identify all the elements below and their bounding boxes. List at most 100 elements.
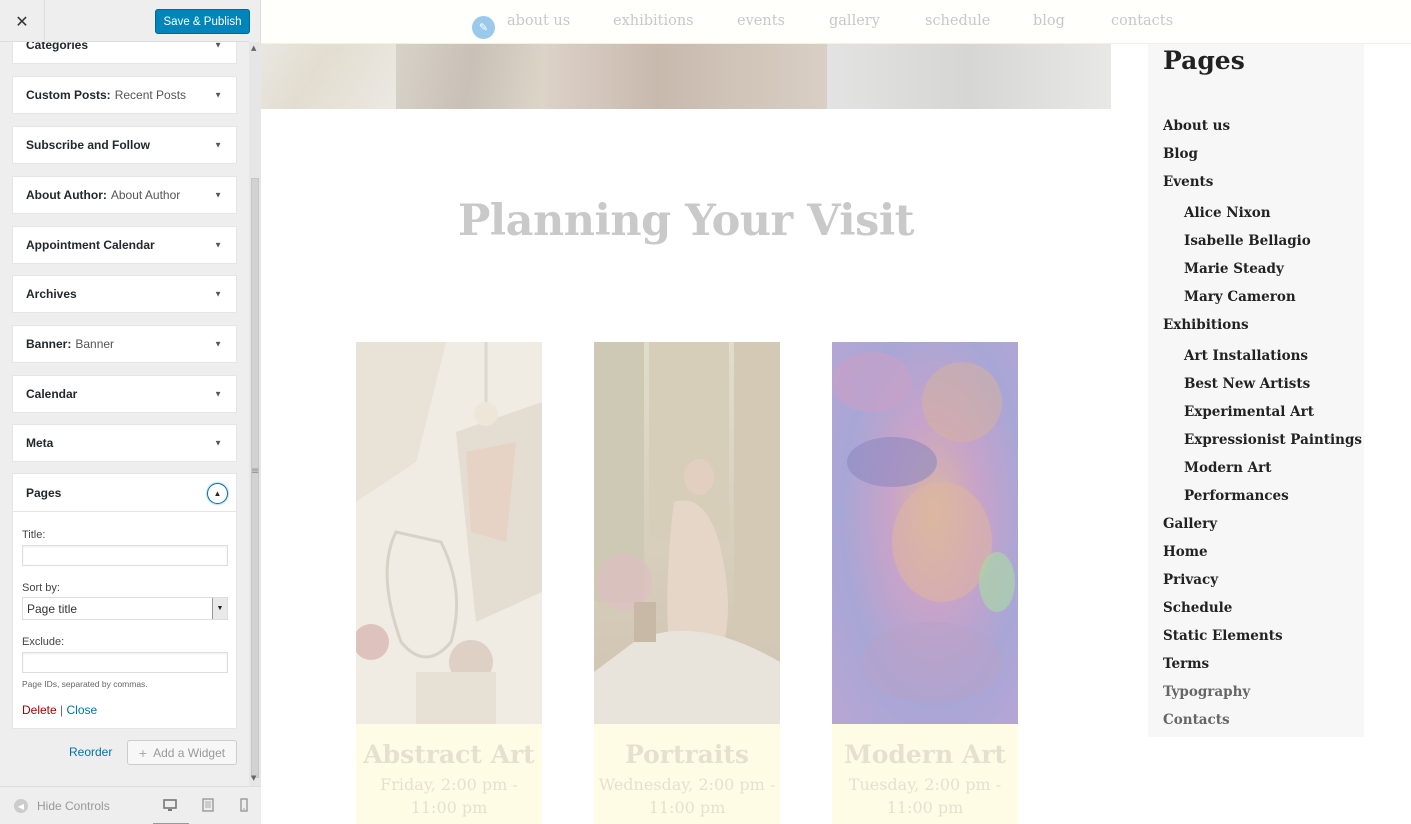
scrollbar-thumb[interactable] [251, 178, 259, 778]
site-preview: ✎ about us exhibitions events gallery sc… [261, 0, 1411, 824]
widget-pages-header[interactable]: Pages ▲ [13, 474, 236, 512]
expand-arrow-icon[interactable]: ▼ [214, 340, 222, 349]
page-link[interactable]: Typography [1163, 684, 1250, 700]
widget-banner[interactable]: Banner: Banner ▼ [12, 325, 237, 363]
card-time: Wednesday, 2:00 pm - 11:00 pm [598, 775, 776, 817]
card-image-abstract-art[interactable] [356, 342, 542, 724]
expand-arrow-icon[interactable]: ▼ [214, 390, 222, 399]
page-link[interactable]: Experimental Art [1184, 404, 1314, 420]
section-heading: Planning Your Visit [457, 196, 915, 246]
expand-arrow-icon[interactable]: ▼ [214, 141, 222, 150]
card-title[interactable]: Abstract Art [356, 740, 542, 769]
widget-calendar[interactable]: Calendar ▼ [12, 375, 237, 413]
hide-controls-button[interactable]: ◀ Hide Controls [14, 799, 110, 813]
widget-title: Subscribe and Follow [26, 138, 151, 152]
reorder-link[interactable]: Reorder [69, 745, 112, 759]
widget-appointment-calendar[interactable]: Appointment Calendar ▼ [12, 226, 237, 264]
expand-arrow-icon[interactable]: ▼ [214, 191, 222, 200]
page-link[interactable]: Privacy [1163, 572, 1218, 588]
tablet-preview-icon[interactable] [201, 797, 215, 813]
widget-title: Pages [26, 485, 62, 500]
widget-title: Calendar [26, 387, 78, 401]
page-link[interactable]: Terms [1163, 656, 1209, 672]
sort-by-value: Page title [27, 602, 78, 616]
nav-contacts[interactable]: contacts [1111, 13, 1173, 29]
page-link[interactable]: Blog [1163, 146, 1198, 162]
page-link[interactable]: Home [1163, 544, 1208, 560]
widget-subscribe-follow[interactable]: Subscribe and Follow ▼ [12, 126, 237, 164]
page-link[interactable]: Events [1163, 174, 1213, 190]
expand-arrow-icon[interactable]: ▼ [214, 241, 222, 250]
card-image-modern-art[interactable] [832, 342, 1018, 724]
hide-controls-label: Hide Controls [37, 799, 110, 813]
desktop-preview-icon[interactable] [153, 797, 189, 824]
sort-by-label: Sort by: [22, 582, 60, 594]
page-link[interactable]: Isabelle Bellagio [1184, 233, 1311, 249]
add-widget-button[interactable]: + Add a Widget [127, 740, 237, 765]
page-link[interactable]: Static Elements [1163, 628, 1283, 644]
page-link[interactable]: Contacts [1163, 712, 1230, 728]
nav-exhibitions[interactable]: exhibitions [613, 13, 694, 29]
widget-archives[interactable]: Archives ▼ [12, 275, 237, 313]
page-link[interactable]: Exhibitions [1163, 317, 1249, 333]
chevron-down-icon[interactable]: ▼ [212, 598, 227, 619]
scroll-up-icon[interactable]: ▲ [251, 44, 256, 52]
scroll-down-icon[interactable]: ▼ [251, 774, 256, 782]
card-info-modern-art: Modern Art Tuesday, 2:00 pm - 11:00 pm [832, 724, 1018, 824]
nav-events[interactable]: events [737, 13, 785, 29]
page-link[interactable]: About us [1163, 118, 1230, 134]
page-link[interactable]: Schedule [1163, 600, 1232, 616]
title-input[interactable] [22, 545, 228, 566]
mobile-preview-icon[interactable] [237, 797, 251, 813]
nav-gallery[interactable]: gallery [829, 13, 880, 29]
expand-arrow-icon[interactable]: ▼ [214, 91, 222, 100]
hero-image-3 [544, 44, 827, 109]
add-widget-label: Add a Widget [153, 745, 226, 760]
widget-title: Appointment Calendar [26, 238, 155, 252]
widget-custom-posts[interactable]: Custom Posts: Recent Posts ▼ [12, 76, 237, 114]
page-link[interactable]: Marie Steady [1184, 261, 1284, 277]
pages-widget-title: Pages [1163, 46, 1245, 75]
edit-pencil-icon[interactable]: ✎ [472, 16, 495, 39]
card-time: Friday, 2:00 pm - 11:00 pm [380, 775, 518, 817]
close-icon[interactable]: ✕ [0, 0, 45, 42]
nav-schedule[interactable]: schedule [925, 13, 990, 29]
card-info-portraits: Portraits Wednesday, 2:00 pm - 11:00 pm [594, 724, 780, 824]
widget-actions: Delete | Close [22, 703, 97, 717]
widget-instance-title: Recent Posts [114, 88, 187, 102]
nav-blog[interactable]: blog [1033, 13, 1065, 29]
page-link[interactable]: Gallery [1163, 516, 1217, 532]
card-title[interactable]: Portraits [594, 740, 780, 769]
sidebar-scrollbar[interactable]: ▲ ≡ ▼ [249, 42, 261, 786]
hero-image-strip [261, 44, 1111, 109]
widget-title: Banner: [26, 337, 72, 351]
expand-arrow-icon[interactable]: ▼ [214, 439, 222, 448]
page-link[interactable]: Best New Artists [1184, 376, 1310, 392]
close-link[interactable]: Close [67, 703, 98, 717]
widget-meta[interactable]: Meta ▼ [12, 424, 237, 462]
page-link[interactable]: Modern Art [1184, 460, 1271, 476]
widget-title: Archives [26, 287, 77, 301]
exclude-input[interactable] [22, 652, 228, 673]
card-info-abstract-art: Abstract Art Friday, 2:00 pm - 11:00 pm [356, 724, 542, 824]
exclude-label: Exclude: [22, 636, 65, 648]
page-link[interactable]: Alice Nixon [1184, 205, 1271, 221]
page-link[interactable]: Performances [1184, 488, 1289, 504]
card-image-portraits[interactable] [594, 342, 780, 724]
widget-about-author[interactable]: About Author: About Author ▼ [12, 176, 237, 214]
collapse-arrow-icon[interactable]: ▲ [207, 483, 228, 504]
sort-by-select[interactable]: Page title ▼ [22, 597, 228, 620]
action-separator: | [60, 703, 64, 717]
page-link[interactable]: Art Installations [1184, 348, 1308, 364]
card-title[interactable]: Modern Art [832, 740, 1018, 769]
page-link[interactable]: Expressionist Paintings [1184, 432, 1362, 448]
resize-grip-icon[interactable]: ≡ [251, 466, 259, 477]
save-publish-button[interactable]: Save & Publish [155, 9, 250, 34]
widget-title: Custom Posts: [26, 88, 111, 102]
nav-about-us[interactable]: about us [507, 13, 570, 29]
expand-arrow-icon[interactable]: ▼ [214, 290, 222, 299]
delete-link[interactable]: Delete [22, 703, 57, 717]
card-time: Tuesday, 2:00 pm - 11:00 pm [848, 775, 1002, 817]
plus-icon: + [138, 744, 148, 761]
page-link[interactable]: Mary Cameron [1184, 289, 1296, 305]
